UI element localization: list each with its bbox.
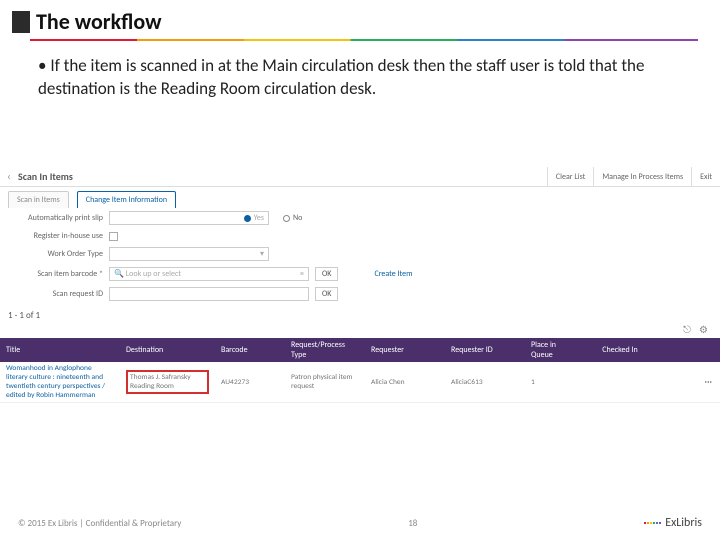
gear-icon[interactable]: ⚙	[699, 323, 708, 336]
slide-title: The workflow	[36, 8, 162, 35]
barcode-row: Scan item barcode * 🔍 Look up or select≡…	[0, 264, 720, 284]
clear-list-button[interactable]: Clear List	[547, 167, 593, 187]
print-slip-no-radio[interactable]: No	[283, 213, 302, 223]
inhouse-label: Register in-house use	[8, 231, 103, 241]
manage-in-process-button[interactable]: Manage In Process Items	[593, 167, 691, 187]
barcode-ok-button[interactable]: OK	[315, 267, 338, 281]
back-icon[interactable]: ‹	[0, 170, 18, 183]
inhouse-row: Register in-house use	[0, 228, 720, 244]
request-ok-button[interactable]: OK	[315, 287, 338, 301]
row-requester: Alicia Chen	[365, 376, 445, 389]
export-icon[interactable]: ⎋	[683, 323, 691, 336]
row-actions-icon[interactable]: ⋯	[705, 378, 715, 387]
list-icon[interactable]: ≡	[300, 269, 304, 279]
work-order-label: Work Order Type	[8, 249, 103, 259]
col-destination: Destination	[120, 343, 215, 357]
screenshot-header: ‹ Scan In Items Clear List Manage In Pro…	[0, 167, 720, 187]
exit-button[interactable]: Exit	[691, 167, 720, 187]
col-title: Title	[0, 343, 120, 357]
barcode-input[interactable]: 🔍 Look up or select≡	[109, 267, 309, 281]
request-input[interactable]	[109, 287, 309, 301]
work-order-select[interactable]: ▾	[109, 247, 269, 261]
row-place: 1	[525, 376, 585, 389]
footer-page: 18	[181, 518, 644, 529]
create-item-link[interactable]: Create Item	[374, 269, 412, 279]
destination-highlight: Thomas J. Safransky Reading Room	[126, 370, 209, 394]
title-accent-box	[12, 11, 30, 33]
bullet-text: If the item is scanned in at the Main ci…	[0, 41, 720, 101]
col-place: Place in Queue	[525, 338, 585, 362]
row-requester-id: AliciaC613	[445, 376, 525, 389]
row-title[interactable]: Womanhood in Anglophone literary culture…	[0, 362, 120, 402]
logo-bars-icon	[644, 522, 661, 524]
request-label: Scan request ID	[8, 289, 103, 299]
tab-scan-in-items[interactable]: Scan in Items	[8, 191, 69, 208]
row-barcode: AU42273	[215, 376, 285, 389]
col-requester-id: Requester ID	[445, 343, 525, 357]
logo-text: ExLibris	[665, 516, 702, 530]
chevron-down-icon: ▾	[260, 249, 264, 259]
toolbar-icons: ⎋ ⚙	[0, 323, 720, 338]
table-header: Title Destination Barcode Request/Proces…	[0, 338, 720, 362]
tabs: Scan in Items Change Item Information	[0, 187, 720, 208]
slide-title-row: The workflow	[0, 0, 720, 35]
row-destination: Thomas J. Safransky Reading Room	[120, 368, 215, 396]
app-screenshot: ‹ Scan In Items Clear List Manage In Pro…	[0, 167, 720, 403]
slide-footer: © 2015 Ex Libris | Confidential & Propri…	[0, 516, 720, 530]
work-order-row: Work Order Type ▾	[0, 244, 720, 264]
col-requester: Requester	[365, 343, 445, 357]
print-slip-label: Automatically print slip	[8, 213, 103, 223]
barcode-label: Scan item barcode *	[8, 269, 103, 279]
col-rptype: Request/Process Type	[285, 338, 365, 362]
footer-copyright: © 2015 Ex Libris | Confidential & Propri…	[18, 518, 181, 529]
col-checked-in: Checked In	[585, 343, 655, 357]
print-slip-yes-radio[interactable]: Yes	[109, 211, 269, 225]
row-checked-in	[585, 380, 655, 384]
print-slip-row: Automatically print slip Yes No	[0, 208, 720, 228]
inhouse-checkbox[interactable]	[109, 232, 118, 241]
screenshot-title: Scan In Items	[18, 170, 73, 183]
tab-change-item-info[interactable]: Change Item Information	[77, 191, 176, 208]
col-barcode: Barcode	[215, 343, 285, 357]
table-row: Womanhood in Anglophone literary culture…	[0, 362, 720, 403]
result-count: 1 - 1 of 1	[0, 304, 720, 323]
row-rptype: Patron physical item request	[285, 371, 365, 393]
request-row: Scan request ID OK	[0, 284, 720, 304]
exlibris-logo: ExLibris	[644, 516, 702, 530]
